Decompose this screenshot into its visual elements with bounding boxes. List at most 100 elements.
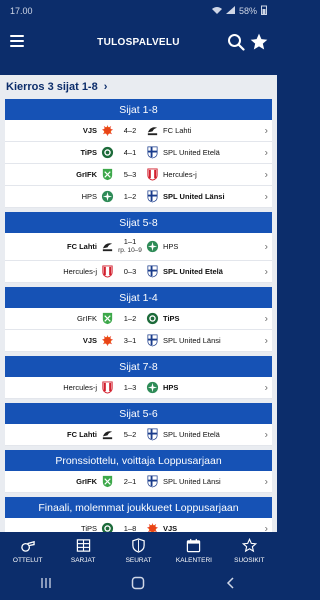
away-team: TiPS bbox=[163, 314, 180, 323]
nav-label: SUOSIKIT bbox=[234, 557, 265, 564]
match-row[interactable]: GrIFK 1–2 TiPS › bbox=[5, 308, 272, 330]
match-score: 1–2 bbox=[114, 192, 146, 201]
home-team: HPS bbox=[81, 192, 97, 201]
match-row[interactable]: FC Lahti 1–1 rp. 10–9 HPS › bbox=[5, 233, 272, 261]
calendar-icon bbox=[186, 538, 201, 555]
match-score: 1–1 rp. 10–9 bbox=[114, 238, 146, 255]
chevron-right-icon: › bbox=[264, 266, 268, 277]
nav-label: SEURAT bbox=[125, 557, 152, 564]
section-header: Pronssiottelu, voittaja Loppusarjaan bbox=[5, 450, 272, 471]
away-team: SPL United Etelä bbox=[163, 430, 220, 439]
away-team: SPL United Länsi bbox=[163, 192, 225, 201]
home-team-logo-icon bbox=[101, 124, 114, 137]
penalty-score: rp. 10–9 bbox=[118, 247, 142, 254]
home-icon[interactable] bbox=[131, 576, 145, 595]
match-score: 2–1 bbox=[114, 476, 146, 486]
favorite-star-icon[interactable] bbox=[249, 32, 269, 52]
away-team-logo-icon bbox=[146, 428, 159, 441]
home-team-logo-icon bbox=[101, 522, 114, 532]
home-team: Hercules-j bbox=[63, 383, 97, 392]
battery-percent: 58% bbox=[238, 6, 257, 16]
score-value: 1–3 bbox=[123, 382, 137, 392]
chevron-right-icon: › bbox=[103, 81, 108, 93]
match-row[interactable]: TiPS 1–8 VJS › bbox=[5, 518, 272, 532]
chevron-right-icon: › bbox=[264, 191, 268, 202]
chevron-right-icon: › bbox=[264, 313, 268, 324]
home-team-logo-icon bbox=[101, 312, 114, 325]
score-value: 5–2 bbox=[123, 429, 137, 439]
whistle-icon bbox=[20, 538, 35, 555]
match-row[interactable]: Hercules-j 0–3 SPL United Etelä › bbox=[5, 261, 272, 283]
home-team-logo-icon bbox=[101, 428, 114, 441]
home-team-logo-icon bbox=[101, 265, 114, 278]
score-value: 0–3 bbox=[123, 266, 137, 276]
status-time: 17.00 bbox=[10, 6, 33, 16]
nav-suosikit[interactable]: SUOSIKIT bbox=[222, 532, 277, 570]
home-team: VJS bbox=[82, 336, 97, 345]
section-header: Sijat 7-8 bbox=[5, 356, 272, 377]
chevron-right-icon: › bbox=[264, 241, 268, 252]
score-value: 1–1 bbox=[123, 237, 137, 246]
chevron-right-icon: › bbox=[264, 125, 268, 136]
home-team: Hercules-j bbox=[63, 267, 97, 276]
chevron-right-icon: › bbox=[264, 429, 268, 440]
home-team-logo-icon bbox=[101, 168, 114, 181]
match-row[interactable]: GrIFK 5–3 Hercules-j › bbox=[5, 164, 272, 186]
score-value: 3–1 bbox=[123, 335, 137, 345]
match-row[interactable]: HPS 1–2 SPL United Länsi › bbox=[5, 186, 272, 208]
away-team-logo-icon bbox=[146, 124, 159, 137]
home-team: VJS bbox=[82, 126, 97, 135]
home-team: FC Lahti bbox=[67, 242, 97, 251]
hamburger-menu-icon[interactable] bbox=[10, 35, 24, 47]
match-row[interactable]: VJS 3–1 SPL United Länsi › bbox=[5, 330, 272, 352]
away-team-logo-icon bbox=[146, 190, 159, 203]
home-team: GrIFK bbox=[76, 170, 97, 179]
score-value: 5–3 bbox=[123, 169, 137, 179]
away-team-logo-icon bbox=[146, 475, 159, 488]
nav-seurat[interactable]: SEURAT bbox=[111, 532, 166, 570]
back-icon[interactable] bbox=[225, 576, 237, 594]
bottom-navigation: OTTELUT SARJAT SEURAT KALENTERI SUOSIKIT bbox=[0, 532, 277, 570]
match-row[interactable]: Hercules-j 1–3 HPS › bbox=[5, 377, 272, 399]
away-team: Hercules-j bbox=[163, 170, 197, 179]
match-score: 5–3 bbox=[114, 169, 146, 179]
system-navigation-bar bbox=[0, 570, 277, 600]
nav-sarjat[interactable]: SARJAT bbox=[55, 532, 110, 570]
signal-icon bbox=[225, 6, 235, 16]
score-value: 4–1 bbox=[123, 147, 137, 157]
away-team: SPL United Länsi bbox=[163, 477, 221, 486]
match-score: 1–3 bbox=[114, 382, 146, 392]
match-row[interactable]: GrIFK 2–1 SPL United Länsi › bbox=[5, 471, 272, 493]
match-score: 5–2 bbox=[114, 429, 146, 439]
away-team: HPS bbox=[163, 242, 179, 251]
results-content[interactable]: Kierros 3 sijat 1-8 › Sijat 1-8 VJS 4–2 FC … bbox=[0, 75, 277, 532]
score-value: 1–8 bbox=[123, 523, 137, 532]
app-title: TULOSPALVELU bbox=[97, 36, 180, 48]
table-icon bbox=[76, 538, 91, 555]
recent-apps-icon[interactable] bbox=[40, 576, 52, 594]
away-team-logo-icon bbox=[146, 265, 159, 278]
match-row[interactable]: TiPS 4–1 SPL United Etelä › bbox=[5, 142, 272, 164]
match-row[interactable]: FC Lahti 5–2 SPL United Etelä › bbox=[5, 424, 272, 446]
home-team: GrIFK bbox=[77, 314, 97, 323]
section-header: Finaali, molemmat joukkueet Loppusarjaan bbox=[5, 497, 272, 518]
nav-ottelut[interactable]: OTTELUT bbox=[0, 532, 55, 570]
round-header[interactable]: Kierros 3 sijat 1-8 › bbox=[0, 75, 277, 99]
match-score: 4–2 bbox=[114, 125, 146, 135]
star-icon bbox=[241, 537, 257, 555]
home-team: FC Lahti bbox=[67, 430, 97, 439]
score-value: 2–1 bbox=[123, 476, 137, 486]
battery-icon bbox=[261, 5, 267, 17]
wifi-icon bbox=[211, 6, 222, 16]
match-score: 1–2 bbox=[114, 313, 146, 323]
section-header: Sijat 5-8 bbox=[5, 212, 272, 233]
match-row[interactable]: VJS 4–2 FC Lahti › bbox=[5, 120, 272, 142]
score-value: 1–2 bbox=[123, 313, 137, 323]
home-team-logo-icon bbox=[101, 240, 114, 253]
home-team: TiPS bbox=[80, 148, 97, 157]
away-team: SPL United Etelä bbox=[163, 148, 220, 157]
home-team-logo-icon bbox=[101, 475, 114, 488]
score-value: 4–2 bbox=[123, 125, 137, 135]
nav-kalenteri[interactable]: KALENTERI bbox=[166, 532, 221, 570]
search-icon[interactable] bbox=[227, 33, 245, 51]
